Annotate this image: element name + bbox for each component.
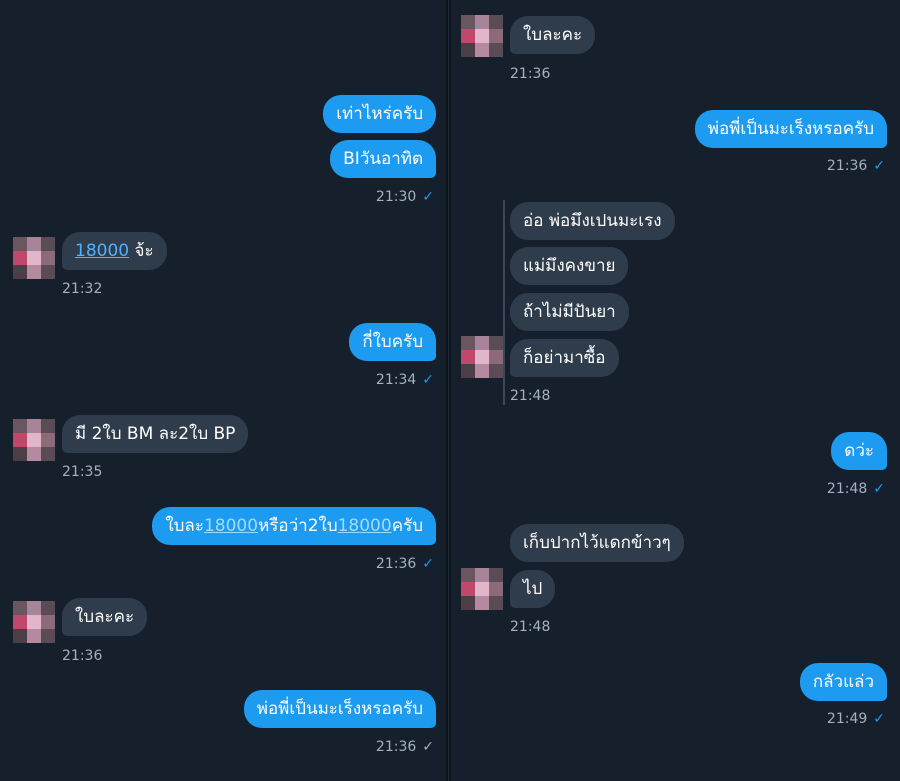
- incoming-message[interactable]: ไป: [510, 570, 556, 608]
- outgoing-message[interactable]: กี่ใบครับ: [349, 323, 436, 361]
- incoming-message[interactable]: ใบละคะ: [510, 16, 596, 54]
- incoming-message[interactable]: อ่อ พ่อมึงเปนมะเรง: [510, 202, 675, 240]
- message-timestamp: 21:34 ✓: [375, 372, 434, 388]
- incoming-message[interactable]: ถ้าไม่มีปันยา: [510, 293, 629, 331]
- read-receipt-icon: ✓: [873, 711, 885, 727]
- message-timestamp: 21:36: [510, 66, 551, 82]
- contact-avatar[interactable]: [13, 601, 55, 643]
- message-timestamp: 21:49 ✓: [826, 711, 885, 727]
- incoming-message[interactable]: ใบละคะ: [62, 598, 148, 636]
- contact-avatar[interactable]: [13, 237, 55, 279]
- message-timestamp: 21:35: [62, 464, 103, 480]
- message-timestamp: 21:48: [510, 388, 551, 404]
- read-receipt-icon: ✓: [422, 189, 434, 205]
- read-receipt-icon: ✓: [422, 372, 434, 388]
- chat-panel-left[interactable]: เท่าไหร่ครับ BIวันอาทิต 21:30 ✓ 18000 จ้ะ…: [0, 0, 446, 781]
- message-timestamp: 21:36 ✓: [826, 158, 885, 174]
- incoming-message[interactable]: 18000 จ้ะ: [62, 232, 167, 270]
- read-receipt-icon: ✓: [873, 158, 885, 174]
- read-receipt-icon: ✓: [422, 556, 434, 572]
- outgoing-message[interactable]: เท่าไหร่ครับ: [323, 95, 436, 133]
- message-group-line: [503, 200, 505, 405]
- phone-number-link[interactable]: 18000: [204, 516, 258, 536]
- message-timestamp: 21:32: [62, 281, 103, 297]
- message-timestamp: 21:48 ✓: [826, 481, 885, 497]
- chat-panel-right[interactable]: ใบละคะ 21:36 พ่อพี่เป็นมะเร็งหรอครับ 21:…: [451, 0, 900, 781]
- outgoing-message[interactable]: BIวันอาทิต: [330, 140, 436, 178]
- message-timestamp: 21:36: [62, 648, 103, 664]
- contact-avatar[interactable]: [461, 336, 503, 378]
- message-timestamp: 21:36 ✓: [375, 739, 434, 755]
- outgoing-message[interactable]: ใบละ18000หรือว่า2ใบ18000ครับ: [152, 507, 436, 545]
- contact-avatar[interactable]: [13, 419, 55, 461]
- outgoing-message[interactable]: พ่อพี่เป็นมะเร็งหรอครับ: [243, 690, 436, 728]
- incoming-message[interactable]: แม่มึงคงขาย: [510, 247, 629, 285]
- contact-avatar[interactable]: [461, 15, 503, 57]
- outgoing-message[interactable]: ดว่ะ: [831, 432, 887, 470]
- contact-avatar[interactable]: [461, 568, 503, 610]
- incoming-message[interactable]: เก็บปากไว้แดกข้าวๆ: [510, 524, 684, 562]
- message-timestamp: 21:36 ✓: [375, 556, 434, 572]
- incoming-message[interactable]: มี 2ใบ BM ละ2ใบ BP: [62, 415, 249, 453]
- message-timestamp: 21:30 ✓: [375, 189, 434, 205]
- incoming-message[interactable]: ก็อย่ามาซื้อ: [510, 339, 619, 377]
- read-receipt-icon: ✓: [873, 481, 885, 497]
- outgoing-message[interactable]: พ่อพี่เป็นมะเร็งหรอครับ: [694, 110, 887, 148]
- sent-receipt-icon: ✓: [422, 739, 434, 755]
- phone-number-link[interactable]: 18000: [338, 516, 392, 536]
- outgoing-message[interactable]: กลัวแล่ว: [799, 663, 887, 701]
- message-timestamp: 21:48: [510, 619, 551, 635]
- phone-number-link[interactable]: 18000: [75, 241, 129, 261]
